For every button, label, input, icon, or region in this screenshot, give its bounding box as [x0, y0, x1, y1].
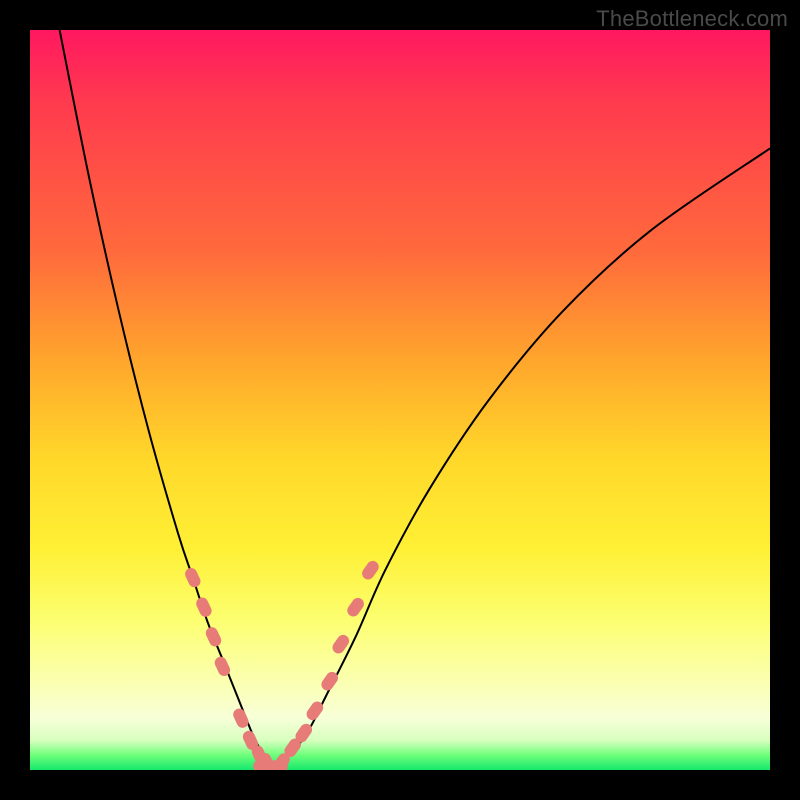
curve-dot [204, 625, 223, 648]
curve-dot [360, 559, 381, 582]
curve-dot [194, 596, 213, 619]
watermark-text: TheBottleneck.com [596, 6, 788, 32]
curve-dot [268, 760, 288, 770]
plot-area [30, 30, 770, 770]
curve-dot [345, 596, 366, 619]
left-curve [60, 30, 275, 766]
curve-dot [231, 707, 250, 730]
curve-dot [183, 566, 202, 589]
dots-group [183, 559, 381, 770]
chart-frame: TheBottleneck.com [0, 0, 800, 800]
right-curve [274, 148, 770, 766]
curve-layer [30, 30, 770, 770]
